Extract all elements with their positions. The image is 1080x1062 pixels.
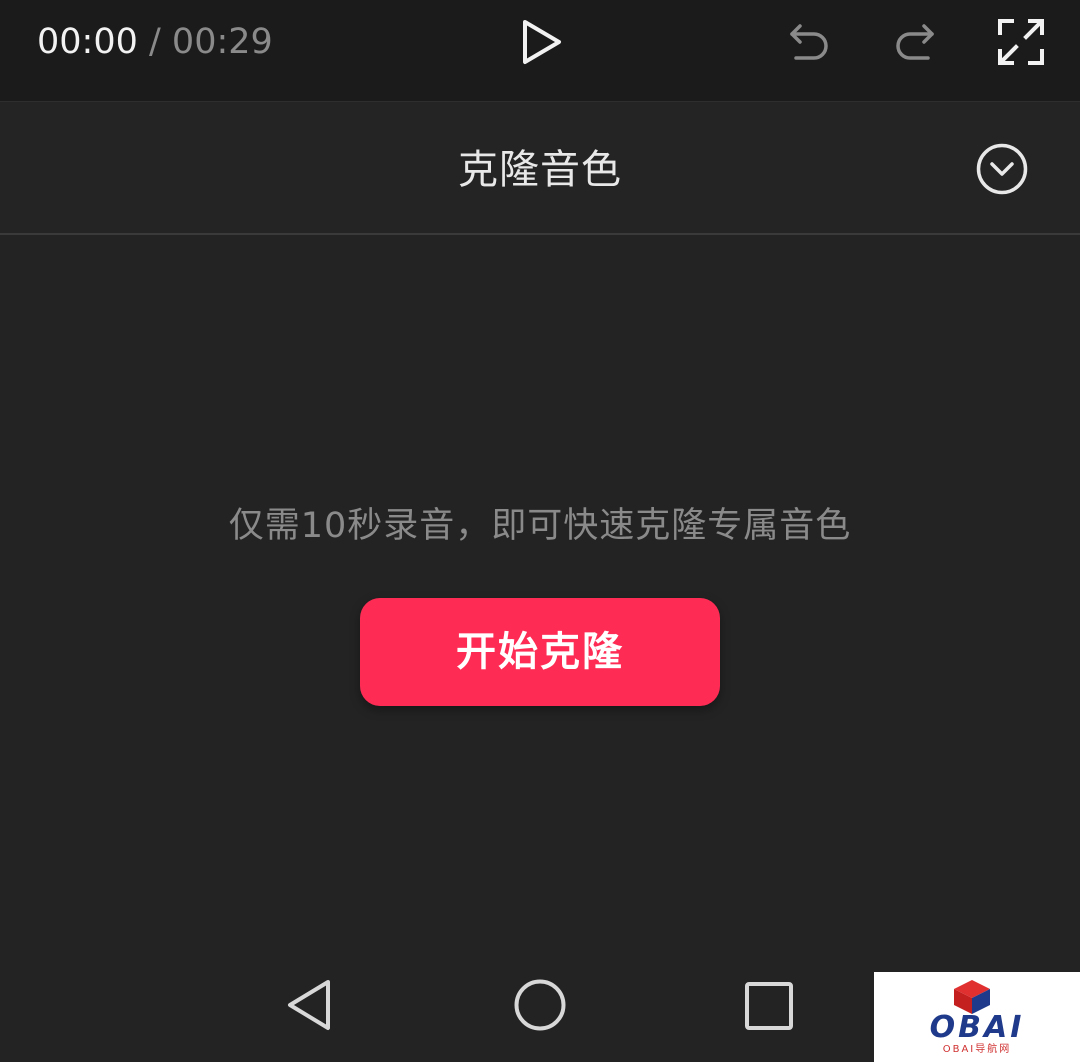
player-toolbar: 00:00 / 00:29 [0, 0, 1080, 102]
clone-voice-screen: 00:00 / 00:29 克隆音色 仅需10秒录音，即可快速克隆专属音色 开始… [0, 0, 1080, 1062]
clone-hint-text: 仅需10秒录音，即可快速克隆专属音色 [228, 506, 852, 546]
redo-icon[interactable] [890, 20, 938, 68]
home-icon[interactable] [513, 978, 567, 1032]
back-icon[interactable] [284, 978, 336, 1032]
watermark: OBAI OBAI导航网 [874, 972, 1080, 1062]
chevron-down-circle-icon[interactable] [975, 142, 1029, 196]
current-time: 00:00 [37, 22, 138, 62]
play-icon[interactable] [518, 18, 566, 66]
playback-time: 00:00 / 00:29 [37, 22, 273, 62]
start-clone-button[interactable]: 开始克隆 [360, 598, 720, 706]
watermark-brand: OBAI [929, 1010, 1025, 1045]
fullscreen-icon[interactable] [996, 17, 1046, 67]
total-time: 00:29 [171, 22, 273, 62]
watermark-subtitle: OBAI导航网 [942, 1044, 1012, 1055]
time-separator: / [137, 22, 172, 62]
recent-apps-icon[interactable] [743, 980, 795, 1032]
panel-title: 克隆音色 [458, 147, 622, 193]
undo-icon[interactable] [786, 20, 834, 68]
